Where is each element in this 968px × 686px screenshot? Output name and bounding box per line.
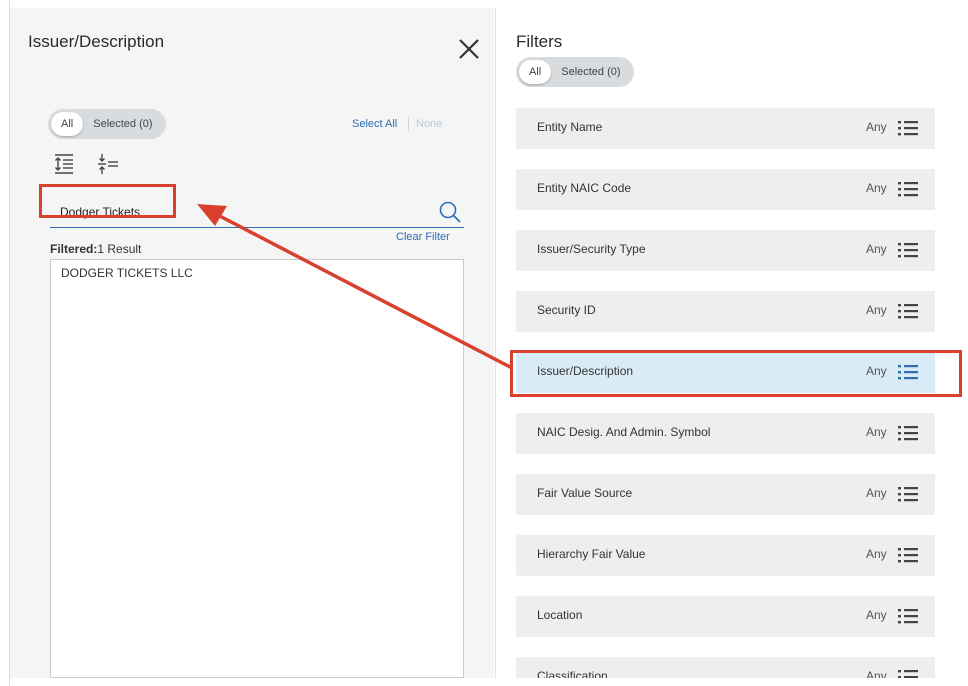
toggle-selected[interactable]: Selected (0) bbox=[551, 60, 630, 84]
search-input[interactable] bbox=[60, 202, 400, 222]
filter-row[interactable]: Entity NAIC Code Any bbox=[516, 169, 935, 210]
filter-label: Hierarchy Fair Value bbox=[537, 547, 646, 561]
close-button[interactable] bbox=[456, 36, 482, 62]
background-window-edge bbox=[0, 0, 10, 686]
filter-label: Security ID bbox=[537, 303, 596, 317]
collapse-icon[interactable] bbox=[96, 152, 120, 176]
filter-label: Location bbox=[537, 608, 583, 622]
list-icon[interactable] bbox=[897, 302, 919, 320]
filter-row[interactable]: Issuer/Description Any bbox=[516, 352, 935, 393]
filter-row[interactable]: Issuer/Security Type Any bbox=[516, 230, 935, 271]
divider bbox=[408, 117, 409, 131]
filters-panel: Filters All Selected (0) Entity Name Any E… bbox=[495, 8, 935, 678]
toggle-all[interactable]: All bbox=[51, 112, 84, 136]
toggle-all[interactable]: All bbox=[519, 60, 552, 84]
filtered-result: 1 Result bbox=[97, 242, 142, 256]
filter-row[interactable]: Classification Any bbox=[516, 657, 935, 678]
filter-value: Any bbox=[866, 669, 887, 678]
list-icon[interactable] bbox=[897, 119, 919, 137]
filter-row[interactable]: Security ID Any bbox=[516, 291, 935, 332]
close-icon bbox=[459, 39, 479, 59]
filter-row[interactable]: Location Any bbox=[516, 596, 935, 637]
list-icon[interactable] bbox=[897, 485, 919, 503]
toggle-selected[interactable]: Selected (0) bbox=[83, 112, 162, 136]
filtered-prefix: Filtered: bbox=[50, 242, 98, 256]
filter-value: Any bbox=[866, 364, 887, 378]
search-field bbox=[50, 196, 464, 228]
select-all-link[interactable]: Select All bbox=[352, 118, 397, 130]
none-link[interactable]: None bbox=[416, 118, 442, 130]
filter-value: Any bbox=[866, 120, 887, 134]
list-icon[interactable] bbox=[897, 546, 919, 564]
filter-value: Any bbox=[866, 303, 887, 317]
result-list: DODGER TICKETS LLC bbox=[50, 259, 464, 678]
filters-title: Filters bbox=[516, 32, 563, 51]
filters-toggle: All Selected (0) bbox=[516, 57, 634, 87]
expand-icon[interactable] bbox=[52, 152, 76, 176]
filter-value: Any bbox=[866, 242, 887, 256]
filter-row[interactable]: Fair Value Source Any bbox=[516, 474, 935, 515]
list-icon[interactable] bbox=[897, 668, 919, 678]
filter-value: Any bbox=[866, 486, 887, 500]
filter-value: Any bbox=[866, 425, 887, 439]
filter-label: NAIC Desig. And Admin. Symbol bbox=[537, 425, 711, 439]
filter-label: Issuer/Description bbox=[537, 364, 634, 378]
panel-title: Issuer/Description bbox=[28, 32, 165, 51]
list-icon[interactable] bbox=[897, 607, 919, 625]
filter-label: Issuer/Security Type bbox=[537, 242, 646, 256]
clear-filter-link[interactable]: Clear Filter bbox=[396, 231, 450, 243]
filter-row[interactable]: NAIC Desig. And Admin. Symbol Any bbox=[516, 413, 935, 454]
filter-label: Entity NAIC Code bbox=[537, 181, 632, 195]
filter-label: Entity Name bbox=[537, 120, 603, 134]
list-icon[interactable] bbox=[897, 180, 919, 198]
filter-label: Fair Value Source bbox=[537, 486, 633, 500]
list-item[interactable]: DODGER TICKETS LLC bbox=[61, 266, 193, 280]
filter-row[interactable]: Hierarchy Fair Value Any bbox=[516, 535, 935, 576]
list-icon[interactable] bbox=[897, 363, 919, 381]
filter-value: Any bbox=[866, 547, 887, 561]
list-icon[interactable] bbox=[897, 424, 919, 442]
filter-label: Classification bbox=[537, 669, 608, 678]
all-selected-toggle: All Selected (0) bbox=[48, 109, 166, 139]
filtered-count: Filtered:1 Result bbox=[50, 242, 141, 256]
filter-value: Any bbox=[866, 608, 887, 622]
list-icon[interactable] bbox=[897, 241, 919, 259]
search-icon[interactable] bbox=[438, 200, 462, 224]
issuer-description-panel: Issuer/Description All Selected (0) Sele… bbox=[10, 8, 494, 678]
filter-row[interactable]: Entity Name Any bbox=[516, 108, 935, 149]
filter-value: Any bbox=[866, 181, 887, 195]
